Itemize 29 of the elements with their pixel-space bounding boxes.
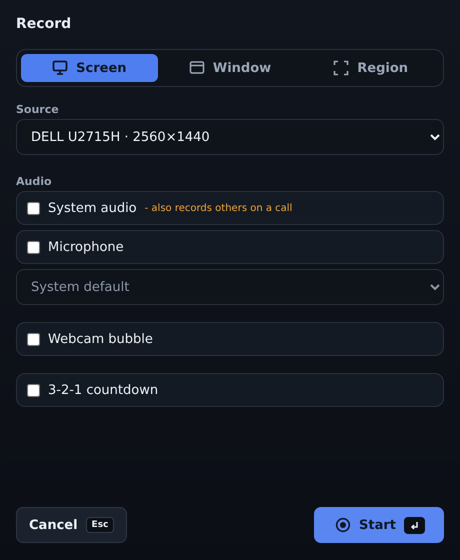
option-row[interactable]: 3-2-1 countdown [16, 373, 444, 407]
checkbox[interactable] [27, 332, 40, 346]
checkbox[interactable] [27, 240, 40, 254]
option-row[interactable]: Webcam bubble [16, 322, 444, 356]
mode-tab[interactable]: Screen [21, 54, 158, 82]
corners-icon [333, 60, 350, 76]
dropdown[interactable]: System default [16, 269, 444, 305]
panel-title: Record [16, 16, 72, 32]
dropdown[interactable]: DELL U2715H · 2560×1440 [16, 119, 444, 155]
option-row[interactable]: Microphone [16, 230, 444, 264]
start-button[interactable]: Start [314, 507, 444, 543]
option-label: 3-2-1 countdown [48, 382, 158, 398]
section-label: Audio [16, 175, 53, 188]
section-label: Source [16, 103, 60, 116]
cancel-button[interactable]: Cancel Esc [16, 507, 128, 543]
key-hint: Esc [86, 517, 114, 533]
option-label: Webcam bubble [48, 332, 153, 346]
mode-tab[interactable]: Region [302, 54, 440, 82]
option-label: Microphone [48, 240, 124, 254]
option-row[interactable]: System audio - also records others on a call [16, 191, 444, 225]
warning-note: - also records others on a call [144, 202, 292, 214]
record-icon [335, 517, 351, 533]
checkbox[interactable] [27, 202, 40, 214]
monitor-icon [52, 60, 68, 76]
mode-tab[interactable]: Window [162, 54, 298, 82]
window-icon [188, 60, 205, 76]
checkbox[interactable] [27, 384, 40, 396]
option-label: System audio [48, 200, 137, 216]
enter-key-icon [408, 520, 420, 530]
